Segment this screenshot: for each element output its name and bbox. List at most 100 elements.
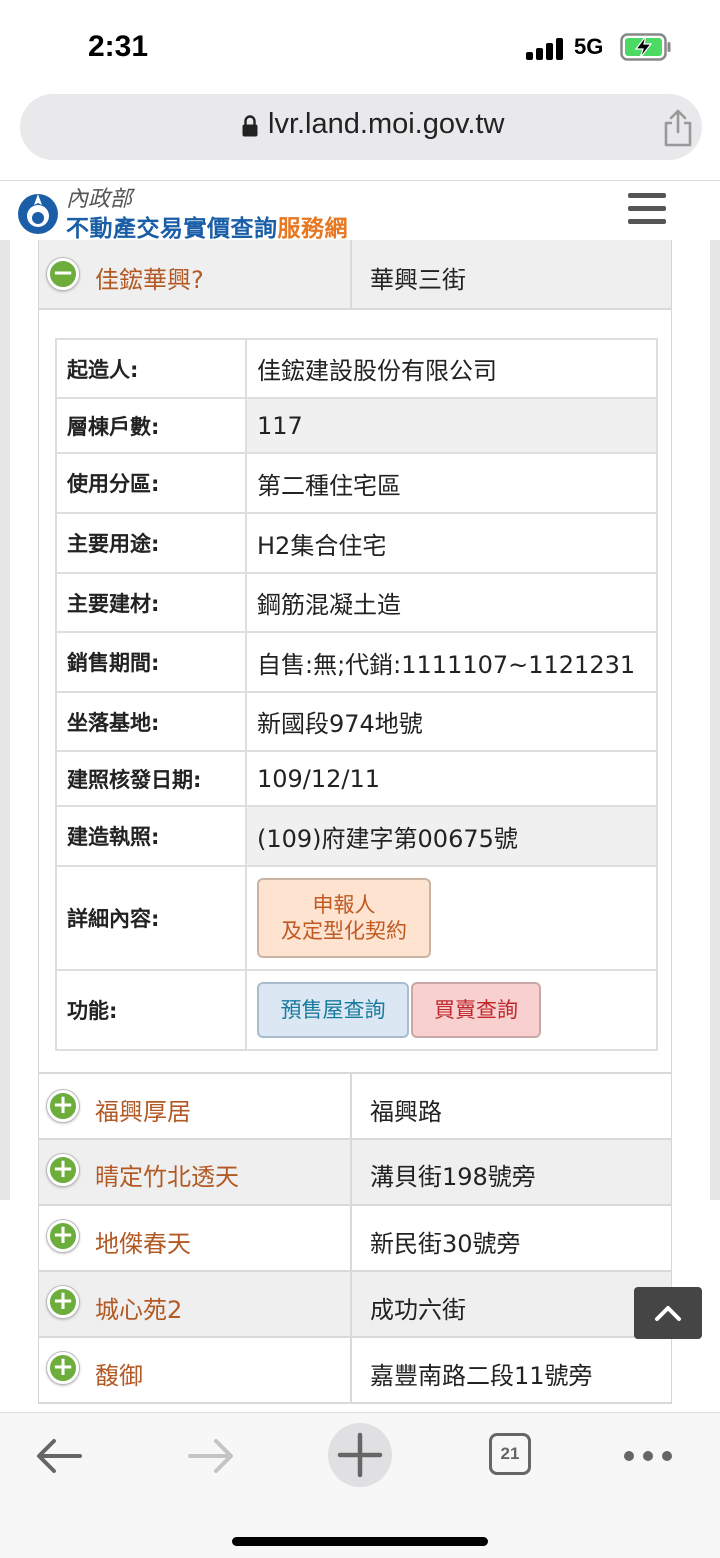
detail-label: 詳細內容: [55,865,247,971]
detail-label: 建造執照: [55,805,247,867]
detail-label: 銷售期間: [55,631,247,693]
project-name-cell: + 晴定竹北透天 [39,1140,352,1204]
detail-label: 使用分區: [55,452,247,514]
project-address: 嘉豐南路二段11號旁 [370,1362,593,1390]
detail-label: 建照核發日期: [55,750,247,807]
lock-icon [242,115,258,137]
project-name[interactable]: 佳鋐華興? [95,260,204,295]
collapse-icon[interactable]: − [47,258,79,290]
detail-value: 第二種住宅區 [245,452,658,514]
network-label: 5G [574,34,604,59]
expand-icon[interactable]: + [47,1286,79,1318]
site-title-main: 不動產交易實價查詢 [66,216,278,242]
tabs-count-button[interactable]: 21 [489,1433,531,1475]
detail-row: 起造人: 佳鋐建設股份有限公司 [55,338,658,399]
url-text: lvr.land.moi.gov.tw [268,108,505,140]
chevron-up-icon [655,1306,681,1321]
detail-row: 銷售期間: 自售:無;代銷:1111107~1121231 [55,631,658,693]
detail-value: 117 [245,397,658,454]
project-name-cell: + 地傑春天 [39,1206,352,1270]
project-detail-table: 起造人: 佳鋐建設股份有限公司 層棟戶數: 117 使用分區: 第二種住宅區 主… [55,338,658,1051]
trade-search-button[interactable]: 買賣查詢 [411,982,541,1038]
expand-icon[interactable]: + [47,1154,79,1186]
detail-row: 坐落基地: 新國段974地號 [55,691,658,752]
detail-label: 層棟戶數: [55,397,247,454]
contract-button-line1: 申報人 [312,893,376,917]
contract-button[interactable]: 申報人 及定型化契約 [257,878,431,958]
project-detail-panel: 起造人: 佳鋐建設股份有限公司 層棟戶數: 117 使用分區: 第二種住宅區 主… [38,310,672,1074]
project-name-cell: + 馥御 [39,1338,352,1402]
detail-row: 功能: 預售屋查詢 買賣查詢 [55,969,658,1051]
more-options-icon[interactable] [620,1431,676,1481]
project-name[interactable]: 馥御 [95,1356,143,1391]
project-address: 華興三街 [370,266,466,294]
project-address: 成功六街 [370,1296,466,1324]
detail-row: 建造執照: (109)府建字第00675號 [55,805,658,867]
project-row-expanded[interactable]: − 佳鋐華興? 華興三街 [38,240,672,310]
project-address-cell: 華興三街 [354,240,671,308]
expand-icon[interactable]: + [47,1220,79,1252]
detail-value: 佳鋐建設股份有限公司 [245,338,658,399]
project-address: 溝貝街198號旁 [370,1163,536,1191]
project-address-cell: 福興路 [354,1074,671,1138]
page-shadow-left [0,240,10,1200]
plus-icon [337,1432,383,1478]
detail-value: 新國段974地號 [245,691,658,752]
detail-label: 起造人: [55,338,247,399]
detail-row: 主要建材: 鋼筋混凝土造 [55,572,658,633]
project-name-cell: + 福興厚居 [39,1074,352,1138]
signal-icon [526,38,564,60]
address-bar[interactable]: lvr.land.moi.gov.tw [20,94,702,160]
project-row[interactable]: + 馥御 嘉豐南路二段11號旁 [38,1338,672,1404]
project-row[interactable]: + 城心苑2 成功六街 [38,1272,672,1338]
detail-value: (109)府建字第00675號 [245,805,658,867]
forward-arrow-icon[interactable] [180,1431,240,1481]
project-name[interactable]: 福興厚居 [95,1092,191,1127]
project-address: 福興路 [370,1098,442,1126]
detail-value: 109/12/11 [245,750,658,807]
site-header: 內政部 不動產交易實價查詢服務網 [0,180,720,243]
site-title-accent: 服務網 [277,216,348,242]
project-address-cell: 嘉豐南路二段11號旁 [354,1338,671,1402]
project-address-cell: 成功六街 [354,1272,671,1336]
contract-button-line2: 及定型化契約 [281,919,407,943]
expand-icon[interactable]: + [47,1090,79,1122]
site-logo-icon[interactable] [16,191,60,235]
hamburger-menu-icon[interactable] [628,193,666,225]
detail-row: 層棟戶數: 117 [55,397,658,454]
project-address: 新民街30號旁 [370,1230,521,1258]
detail-value: 鋼筋混凝土造 [245,572,658,633]
home-indicator [232,1537,488,1546]
scroll-to-top-button[interactable] [634,1287,702,1339]
detail-label: 主要用途: [55,512,247,574]
presale-search-button[interactable]: 預售屋查詢 [257,982,409,1038]
status-time: 2:31 [88,30,149,63]
project-row[interactable]: + 晴定竹北透天 溝貝街198號旁 [38,1140,672,1206]
project-name-cell: + 城心苑2 [39,1272,352,1336]
project-name[interactable]: 地傑春天 [95,1224,191,1259]
detail-value: H2集合住宅 [245,512,658,574]
project-address-cell: 新民街30號旁 [354,1206,671,1270]
project-row[interactable]: + 福興厚居 福興路 [38,1074,672,1140]
detail-label: 功能: [55,969,247,1051]
detail-row: 詳細內容: 申報人 及定型化契約 [55,865,658,971]
share-icon[interactable] [660,108,696,148]
site-title[interactable]: 不動產交易實價查詢服務網 [66,209,348,243]
detail-value: 預售屋查詢 買賣查詢 [245,969,658,1051]
detail-row: 建照核發日期: 109/12/11 [55,750,658,807]
project-name[interactable]: 城心苑2 [95,1290,182,1325]
new-tab-button[interactable] [328,1423,392,1487]
detail-label: 坐落基地: [55,691,247,752]
project-row[interactable]: + 地傑春天 新民街30號旁 [38,1206,672,1272]
status-bar: 2:31 5G [0,0,720,92]
project-name-cell: − 佳鋐華興? [39,240,352,308]
detail-row: 主要用途: H2集合住宅 [55,512,658,574]
project-name[interactable]: 晴定竹北透天 [95,1157,239,1192]
detail-value: 申報人 及定型化契約 [245,865,658,971]
detail-row: 使用分區: 第二種住宅區 [55,452,658,514]
project-address-cell: 溝貝街198號旁 [354,1140,671,1204]
detail-value: 自售:無;代銷:1111107~1121231 [245,631,658,693]
page-shadow-right [710,240,720,1200]
back-arrow-icon[interactable] [30,1431,90,1481]
expand-icon[interactable]: + [47,1352,79,1384]
